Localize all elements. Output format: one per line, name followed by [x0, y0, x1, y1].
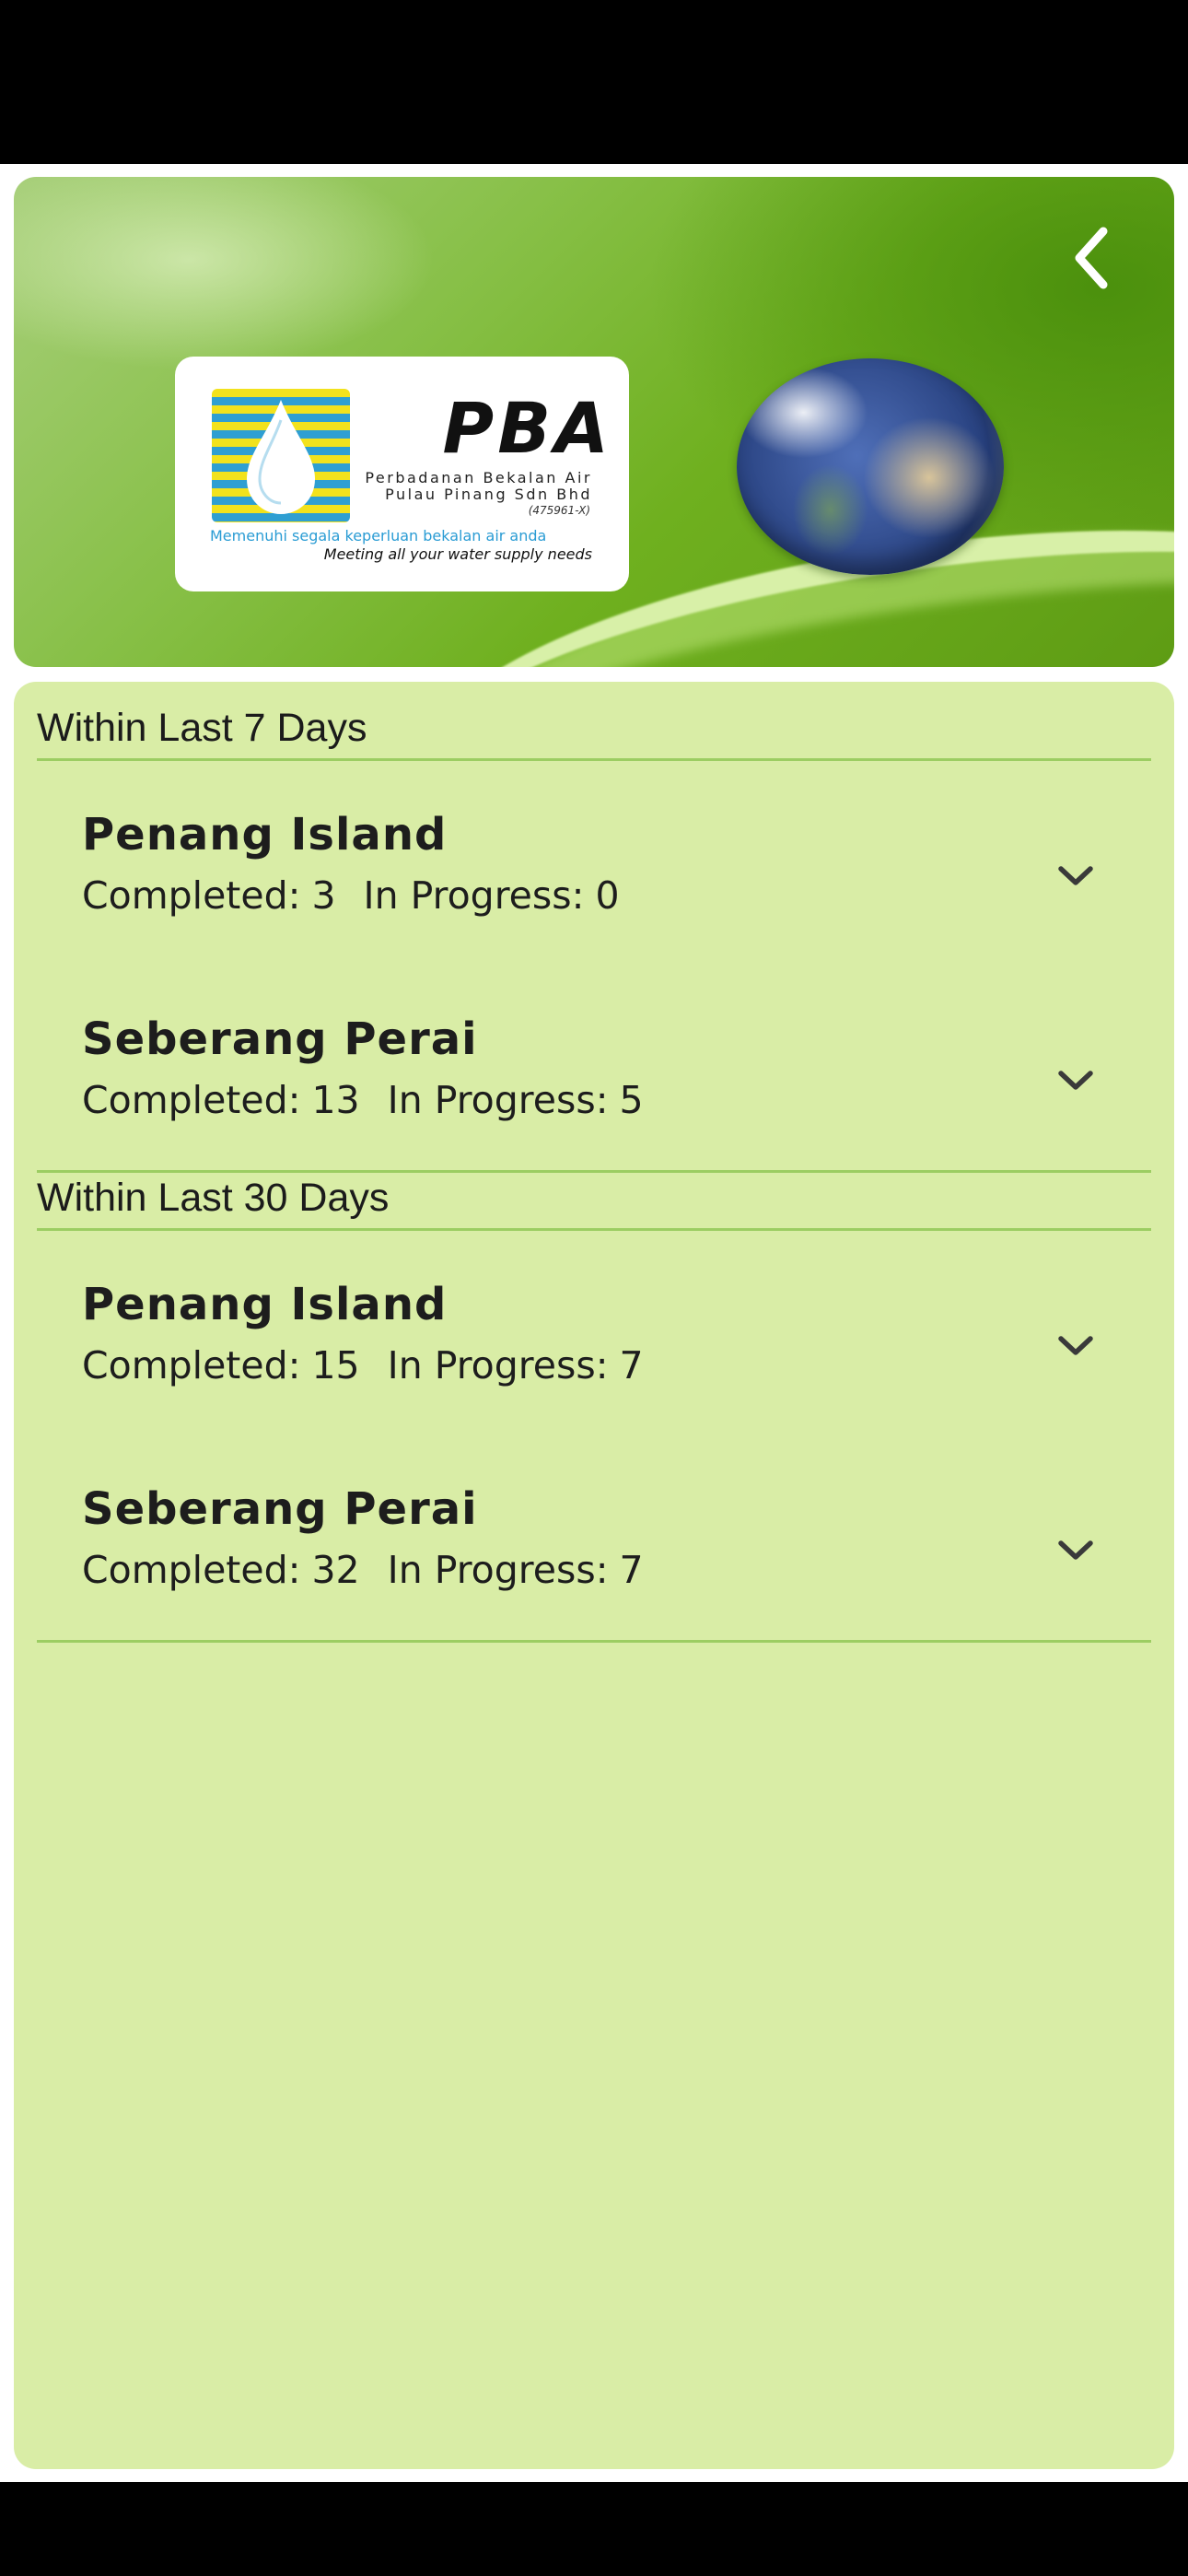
section-title-7-days: Within Last 7 Days [37, 706, 367, 750]
logo-company-line2: Pulau Pinang Sdn Bhd [385, 486, 592, 503]
region-stats: Completed: 32 In Progress: 7 [82, 1548, 644, 1592]
in-progress-label: In Progress: [387, 1548, 609, 1592]
divider [37, 1170, 1151, 1173]
divider [37, 758, 1151, 761]
chevron-down-icon[interactable] [1050, 850, 1101, 902]
region-row-penang-island-30d[interactable]: Penang Island Completed: 15 In Progress: 7 [37, 1279, 1151, 1472]
completed-label: Completed: [82, 1343, 301, 1388]
in-progress-label: In Progress: [387, 1343, 609, 1388]
logo-title: PBA [442, 387, 612, 469]
divider [37, 1228, 1151, 1231]
completed-label: Completed: [82, 873, 301, 918]
logo-tagline-en: Meeting all your water supply needs [323, 545, 592, 563]
in-progress-value: 7 [619, 1343, 644, 1388]
completed-value: 15 [311, 1343, 360, 1388]
in-progress-label: In Progress: [363, 873, 585, 918]
in-progress-value: 0 [595, 873, 620, 918]
region-stats: Completed: 13 In Progress: 5 [82, 1078, 644, 1122]
in-progress-value: 7 [619, 1548, 644, 1592]
chevron-down-icon[interactable] [1050, 1055, 1101, 1107]
section-title-30-days: Within Last 30 Days [37, 1176, 390, 1220]
completed-label: Completed: [82, 1548, 301, 1592]
chevron-down-icon[interactable] [1050, 1320, 1101, 1372]
completed-label: Completed: [82, 1078, 301, 1122]
globe-dewdrop-image [737, 358, 1004, 575]
pba-logo: PBA Perbadanan Bekalan Air Pulau Pinang … [175, 357, 629, 591]
region-name: Seberang Perai [82, 1483, 478, 1535]
region-stats: Completed: 3 In Progress: 0 [82, 873, 620, 918]
in-progress-value: 5 [619, 1078, 644, 1122]
water-drop-icon [212, 389, 350, 522]
logo-registration: (475961-X) [528, 504, 590, 517]
back-button[interactable] [1054, 221, 1128, 295]
status-bar [0, 0, 1188, 164]
header-banner: PBA Perbadanan Bekalan Air Pulau Pinang … [14, 177, 1174, 667]
region-stats: Completed: 15 In Progress: 7 [82, 1343, 644, 1388]
region-name: Penang Island [82, 1279, 448, 1330]
logo-tagline-ms: Memenuhi segala keperluan bekalan air an… [210, 527, 547, 544]
divider [37, 1640, 1151, 1643]
summary-panel: Within Last 7 Days Penang Island Complet… [14, 682, 1174, 2469]
chevron-left-icon [1075, 227, 1108, 289]
in-progress-label: In Progress: [387, 1078, 609, 1122]
region-row-seberang-perai-30d[interactable]: Seberang Perai Completed: 32 In Progress:… [37, 1483, 1151, 1677]
chevron-down-icon[interactable] [1050, 1525, 1101, 1576]
completed-value: 3 [311, 873, 336, 918]
logo-company-line1: Perbadanan Bekalan Air [365, 469, 592, 486]
region-row-penang-island-7d[interactable]: Penang Island Completed: 3 In Progress: 0 [37, 809, 1151, 1002]
completed-value: 32 [311, 1548, 360, 1592]
completed-value: 13 [311, 1078, 360, 1122]
region-name: Seberang Perai [82, 1013, 478, 1065]
region-name: Penang Island [82, 809, 448, 861]
bottom-bar [0, 2482, 1188, 2576]
